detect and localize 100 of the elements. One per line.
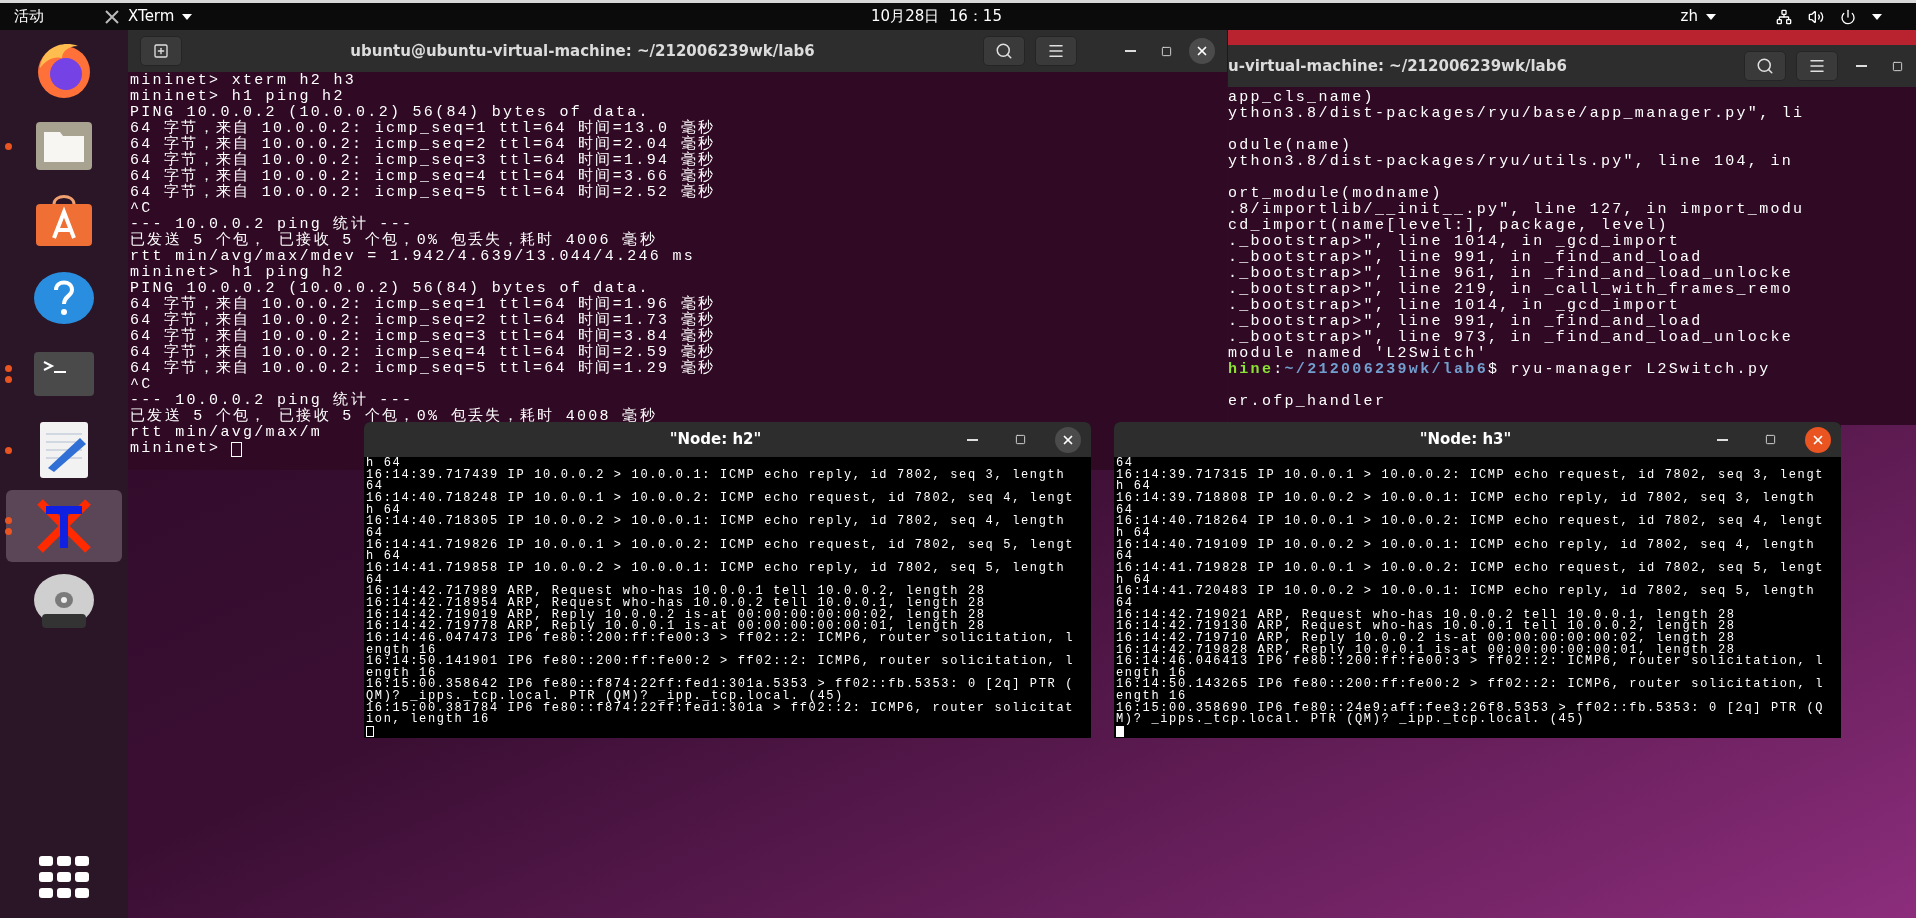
menu-icon (1808, 57, 1826, 75)
terminal-line: h 64 (366, 458, 402, 470)
terminal-line: 64 字节，来自 10.0.0.2: icmp_seq=5 ttl=64 时间=2.52 毫秒 (130, 185, 716, 201)
language-menu[interactable]: zh (1680, 5, 1716, 28)
terminal-line: 16:14:42.718954 ARP, Request who-has 10.0.0.2 tell 10.0.0.1, length 28 (366, 597, 986, 610)
terminal-prompt: mininet> (130, 441, 221, 457)
terminal-line: 16:14:41.720483 IP 10.0.0.2 > 10.0.0.1: ICMP echo reply, id 7802, seq 5, length (1116, 586, 1816, 598)
prompt-host: hine (1228, 362, 1274, 378)
terminal-line: ._bootstrap>", line 961, in _find_and_load_unlocke (1228, 266, 1794, 282)
terminal-line: 16:14:46.046413 IP6 fe80::200:ff:fe00:3 > ff02::2: ICMP6, router solicitation, l (1116, 656, 1825, 668)
clock[interactable]: 10月28日 16：15 (871, 5, 1002, 28)
menu-button[interactable] (1035, 36, 1077, 66)
terminal-line: mininet> h1 ping h2 (130, 89, 345, 105)
terminal-line: module named 'L2Switch' (1228, 346, 1488, 362)
terminal-line: ._bootstrap>", line 991, in _find_and_load (1228, 314, 1703, 330)
caret-icon (1872, 13, 1882, 20)
caret-icon (1706, 13, 1716, 20)
search-icon (995, 42, 1013, 60)
maximize-icon (1764, 434, 1776, 445)
terminal-line: ._bootstrap>", line 1014, in _gcd_import (1228, 234, 1681, 250)
terminal-line: ython3.8/dist-packages/ryu/utils.py", line 104, in (1228, 154, 1794, 170)
volume-icon (1808, 8, 1824, 25)
running-indicator (5, 142, 12, 150)
terminal-line: 64 (1116, 551, 1134, 563)
terminal-line: 已发送 5 个包， 已接收 5 个包，0% 包丢失，耗时 4008 毫秒 (130, 409, 657, 425)
window-title: u-virtual-machine: ~/212006239wk/lab6 (1228, 55, 1568, 77)
terminal-line: ython3.8/dist-packages/ryu/base/app_manager.py", li (1228, 106, 1805, 122)
terminal-line: ^C (130, 377, 153, 393)
terminal-line: h 64 (1116, 527, 1152, 540)
terminal-line: app_cls_name) (1228, 90, 1375, 106)
search-button[interactable] (1744, 51, 1786, 81)
activities-button[interactable]: 活动 (14, 5, 44, 28)
terminal-line: ength 16 (1116, 691, 1187, 703)
close-button[interactable] (1805, 426, 1831, 453)
terminal-line: ._bootstrap>", line 991, in _find_and_load (1228, 250, 1703, 266)
minimize-icon (1716, 438, 1728, 441)
terminal-line: 64 (366, 527, 384, 540)
app-menu[interactable]: XTerm (104, 5, 193, 28)
new-tab-button[interactable] (140, 36, 182, 66)
terminal-line: ._bootstrap>", line 1014, in _gcd_import (1228, 298, 1681, 314)
caret-icon (182, 13, 193, 20)
window-title: "Node: h2" (668, 429, 763, 451)
prompt-path: ~/212006239wk/lab6 (1284, 362, 1488, 378)
terminal-line: h 64 (1116, 481, 1152, 493)
terminal-line: rtt min/avg/max/mdev = 1.942/4.639/13.044/4.246 ms (130, 249, 696, 265)
search-button[interactable] (983, 36, 1025, 66)
running-indicator (5, 446, 12, 454)
xterm-icon (104, 8, 120, 25)
power-icon (1840, 8, 1856, 25)
terminal-command: $ ryu-manager L2Switch.py (1487, 362, 1771, 378)
terminal-line: 16:14:46.047473 IP6 fe80::200:ff:fe00:3 > ff02::2: ICMP6, router solicitation, l (366, 632, 1075, 645)
terminal-line: er.ofp_handler (1228, 394, 1387, 410)
maximize-icon (1160, 45, 1172, 57)
terminal-line: 16:14:42.719778 ARP, Reply 10.0.0.1 is-at 00:00:00:00:00:01, length 28 (366, 621, 986, 633)
terminal-line: 16:14:40.718248 IP 10.0.0.1 > 10.0.0.2: ICMP echo request, id 7802, seq 4, lengt (366, 492, 1075, 505)
terminal-line: 16:14:40.718305 IP 10.0.0.2 > 10.0.0.1: ICMP echo reply, id 7802, seq 4, length (366, 516, 1066, 528)
terminal-line: 16:14:42.717989 ARP, Request who-has 10.0.0.1 tell 10.0.0.2, length 28 (366, 586, 986, 598)
terminal-line: ion, length 16 (366, 714, 490, 727)
close-icon (1195, 44, 1209, 58)
terminal-line: h 64 (366, 551, 402, 563)
terminal-line: mininet> h1 ping h2 (130, 265, 345, 281)
terminal-line: .8/importlib/__init__.py", line 127, in import_modu (1228, 202, 1805, 218)
terminal-line: M)? _ipps._tcp.local. PTR (QM)? _ipp._tcp.local. (45) (1116, 714, 1586, 727)
terminal-line: 16:14:50.141901 IP6 fe80::200:ff:fe00:2 > ff02::2: ICMP6, router solicitation, l (366, 656, 1075, 668)
menu-icon (1047, 42, 1065, 60)
terminal-line: ._bootstrap>", line 219, in _call_with_frames_remo (1228, 282, 1794, 298)
terminal-line: ort_module(modname) (1228, 186, 1443, 202)
terminal-line: 16:14:41.719858 IP 10.0.0.2 > 10.0.0.1: ICMP echo reply, id 7802, seq 5, length (366, 562, 1066, 575)
minimize-icon (966, 438, 978, 441)
terminal-line: mininet> xterm h2 h3 (130, 73, 357, 89)
terminal-line: 64 字节，来自 10.0.0.2: icmp_seq=5 ttl=64 时间=1.29 毫秒 (130, 361, 716, 377)
terminal-line: ^C (130, 201, 153, 217)
terminal-line: 已发送 5 个包， 已接收 5 个包，0% 包丢失，耗时 4006 毫秒 (130, 233, 657, 249)
maximize-icon (1891, 60, 1903, 72)
terminal-line: 16:14:39.718808 IP 10.0.0.2 > 10.0.0.1: ICMP echo reply, id 7802, seq 3, length (1116, 492, 1816, 505)
close-button[interactable] (1189, 38, 1215, 64)
network-icon (1776, 8, 1792, 25)
new-tab-icon (153, 43, 169, 59)
close-button[interactable] (1055, 426, 1081, 453)
window-title: ubuntu@ubuntu-virtual-machine: ~/212006239wk/lab6 (349, 40, 816, 62)
terminal-line: 16:14:42.719710 ARP, Reply 10.0.0.2 is-at 00:00:00:00:00:02, length 28 (1116, 632, 1736, 645)
minimize-icon (1124, 50, 1136, 52)
terminal-line: 64 (1116, 597, 1134, 610)
maximize-icon (1014, 434, 1026, 445)
terminal-line: 16:14:40.718264 IP 10.0.0.1 > 10.0.0.2: ICMP echo request, id 7802, seq 4, lengt (1116, 516, 1825, 528)
terminal-line: 16:14:42.719130 ARP, Request who-has 10.0.0.1 tell 10.0.0.2, length 28 (1116, 621, 1736, 633)
terminal-line: 16:14:41.719828 IP 10.0.0.1 > 10.0.0.2: ICMP echo request, id 7802, seq 5, lengt (1116, 562, 1825, 575)
terminal-line: cd_import(name[level:], package, level) (1228, 218, 1669, 234)
menu-button[interactable] (1796, 51, 1838, 81)
minimize-icon (1855, 65, 1867, 67)
terminal-line: 64 (366, 481, 384, 493)
terminal-line: 64 (1116, 458, 1134, 470)
window-title: "Node: h3" (1418, 429, 1513, 451)
prompt-separator: : (1273, 362, 1285, 378)
grid-icon (39, 856, 89, 900)
terminal-line: odule(name) (1228, 138, 1353, 154)
system-menu[interactable] (1776, 8, 1882, 25)
terminal-line: QM)? _ipps._tcp.local. PTR (QM)? _ipp._tcp.local. (45) (366, 691, 844, 703)
terminal-line: ._bootstrap>", line 973, in _find_and_load_unlocke (1228, 330, 1794, 346)
search-icon (1756, 57, 1774, 75)
